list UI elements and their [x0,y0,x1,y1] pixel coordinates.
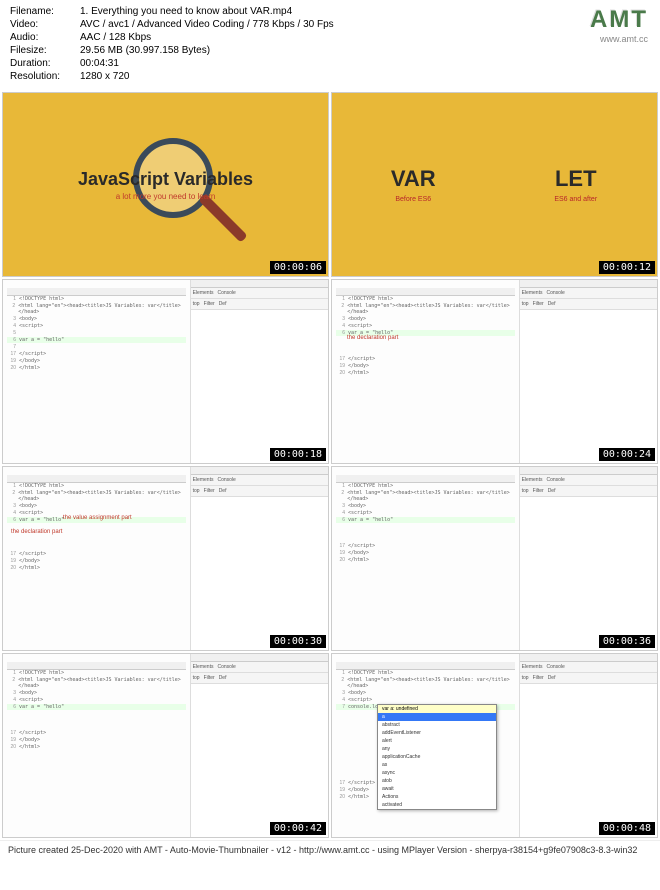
autocomplete-item: activated [378,801,496,809]
footer-text: Picture created 25-Dec-2020 with AMT - A… [0,840,660,859]
thumbnail-5: 1<!DOCTYPE html> 2<html lang="en"><head>… [2,466,329,651]
let-label: LET [555,166,597,192]
autocomplete-item: async [378,769,496,777]
filesize-label: Filesize: [10,45,80,56]
amt-logo: AMT www.amt.cc [590,6,648,44]
audio-label: Audio: [10,32,80,43]
code-editor: 1<!DOCTYPE html> 2<html lang="en"><head>… [3,280,191,463]
resolution-value: 1280 x 720 [80,71,130,82]
let-sub: ES6 and after [554,196,597,203]
devtools-panel: ElementsConsole topFilterDef [191,654,328,837]
slide-subtitle: a lot more you need to learn [78,192,253,201]
var-sub: Before ES6 [395,196,431,203]
autocomplete-item: applicationCache [378,753,496,761]
autocomplete-item: any [378,745,496,753]
devtools-panel: ElementsConsole topFilterDef [520,467,657,650]
timestamp: 00:00:36 [599,635,655,648]
timestamp: 00:00:12 [599,261,655,274]
devtools-panel: ElementsConsole topFilterDef [520,280,657,463]
timestamp: 00:00:30 [270,635,326,648]
timestamp: 00:00:42 [270,822,326,835]
autocomplete-item: as [378,761,496,769]
duration-value: 00:04:31 [80,58,119,69]
filename-label: Filename: [10,6,80,17]
autocomplete-item: await [378,785,496,793]
tooltip: var a: undefined [378,705,496,713]
code-editor: 1<!DOCTYPE html> 2<html lang="en"><head>… [3,467,191,650]
devtools-panel: ElementsConsole topFilterDef [191,467,328,650]
autocomplete-item: abstract [378,721,496,729]
var-label: VAR [391,166,436,192]
timestamp: 00:00:18 [270,448,326,461]
thumbnail-7: 1<!DOCTYPE html> 2<html lang="en"><head>… [2,653,329,838]
thumbnail-4: 1<!DOCTYPE html> 2<html lang="en"><head>… [331,279,658,464]
thumbnail-1: JavaScript Variables a lot more you need… [2,92,329,277]
thumbnail-grid: JavaScript Variables a lot more you need… [0,90,660,840]
autocomplete-item: Actions [378,793,496,801]
metadata-header: AMT www.amt.cc Filename:1. Everything yo… [0,0,660,90]
devtools-panel: ElementsConsole topFilterDef [191,280,328,463]
autocomplete-item: a [378,713,496,721]
thumbnail-2: VAR Before ES6 LET ES6 and after 00:00:1… [331,92,658,277]
timestamp: 00:00:48 [599,822,655,835]
duration-label: Duration: [10,58,80,69]
video-label: Video: [10,19,80,30]
devtools-panel: ElementsConsole topFilterDef [520,654,657,837]
timestamp: 00:00:24 [599,448,655,461]
slide-title: JavaScript Variables [78,169,253,190]
audio-value: AAC / 128 Kbps [80,32,151,43]
code-editor: 1<!DOCTYPE html> 2<html lang="en"><head>… [332,654,520,837]
logo-url: www.amt.cc [590,34,648,44]
resolution-label: Resolution: [10,71,80,82]
autocomplete-item: addEventListener [378,729,496,737]
annotation-1: the declaration part [11,529,62,535]
code-editor: 1<!DOCTYPE html> 2<html lang="en"><head>… [332,280,520,463]
thumbnail-3: 1<!DOCTYPE html> 2<html lang="en"><head>… [2,279,329,464]
autocomplete-item: atob [378,777,496,785]
autocomplete-item: alert [378,737,496,745]
filesize-value: 29.56 MB (30.997.158 Bytes) [80,45,210,56]
timestamp: 00:00:06 [270,261,326,274]
thumbnail-6: 1<!DOCTYPE html> 2<html lang="en"><head>… [331,466,658,651]
logo-text: AMT [590,6,648,34]
code-editor: 1<!DOCTYPE html> 2<html lang="en"><head>… [332,467,520,650]
thumbnail-8: 1<!DOCTYPE html> 2<html lang="en"><head>… [331,653,658,838]
magnifying-handle [198,193,247,242]
video-value: AVC / avc1 / Advanced Video Coding / 778… [80,19,334,30]
annotation-2: the value assignment part [63,515,132,521]
annotation: the declaration part [347,335,398,341]
filename-value: 1. Everything you need to know about VAR… [80,6,292,17]
autocomplete-popup: var a: undefined aabstractaddEventListen… [377,704,497,810]
code-editor: 1<!DOCTYPE html> 2<html lang="en"><head>… [3,654,191,837]
